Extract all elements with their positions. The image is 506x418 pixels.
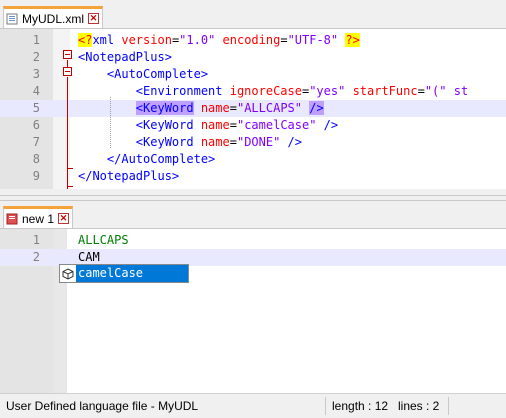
line-number: 1 <box>32 233 40 247</box>
code-line[interactable]: 8 </AutoComplete> <box>0 151 506 168</box>
code-token: version <box>121 33 172 47</box>
code-text: <KeyWord name="DONE" /> <box>78 134 302 151</box>
status-length: length : 12 <box>332 399 389 413</box>
code-line[interactable]: 2 <NotepadPlus> <box>0 49 506 66</box>
code-token: startFunc <box>352 84 418 98</box>
code-token: <? <box>78 33 93 47</box>
code-text: <Environment ignoreCase="yes" startFunc=… <box>78 83 468 100</box>
code-line[interactable]: 4 <Environment ignoreCase = "yes" startFun… <box>0 83 506 100</box>
code-text: </AutoComplete> <box>78 151 215 168</box>
line-number: 2 <box>32 250 40 264</box>
tab-label: new 1 <box>22 211 55 226</box>
code-token: name <box>200 101 230 115</box>
close-tab-icon[interactable]: ✕ <box>88 13 99 24</box>
tab-new-1[interactable]: new 1 ✕ <box>3 206 74 228</box>
autocomplete-popup: camelCase <box>59 264 189 283</box>
indent-guide <box>110 97 111 148</box>
code-token: "(" st <box>424 84 469 98</box>
code-token: = <box>229 118 237 132</box>
keyword-cube-icon <box>60 265 76 282</box>
editor-pane-top[interactable]: 1 <?xml version="1.0" encoding="UTF-8" ?>… <box>0 28 506 189</box>
code-token: = <box>229 135 237 149</box>
unsaved-file-icon <box>6 213 18 225</box>
line-number: 1 <box>32 33 40 47</box>
code-line[interactable]: 3 <AutoComplete> <box>0 66 506 83</box>
status-language: User Defined language file - MyUDL <box>6 399 199 413</box>
line-number: 5 <box>32 101 40 115</box>
fold-collapse-icon[interactable] <box>63 50 72 59</box>
code-token: </AutoComplete> <box>78 152 216 166</box>
code-token: = <box>280 33 288 47</box>
code-token: <Environment <box>78 84 230 98</box>
code-token: "UTF-8" <box>287 33 339 47</box>
code-token: name <box>200 135 230 149</box>
code-token: ?> <box>345 33 360 47</box>
code-token: /> <box>280 135 303 149</box>
line-number: 8 <box>32 152 40 166</box>
code-line[interactable]: 1 <?xml version="1.0" encoding="UTF-8" ?> <box>0 32 506 49</box>
code-token: = <box>229 101 237 115</box>
fold-line <box>67 77 68 189</box>
code-token: </NotepadPlus> <box>78 169 180 183</box>
autocomplete-item-label[interactable]: camelCase <box>76 265 188 282</box>
line-number: 9 <box>32 169 40 183</box>
view-splitter[interactable] <box>0 189 506 206</box>
code-text: <KeyWord name="camelCase" /> <box>78 117 338 134</box>
line-number: 2 <box>32 50 40 64</box>
code-token: <KeyWord <box>78 118 201 132</box>
code-token: ignoreCase <box>229 84 302 98</box>
tab-myudl-xml[interactable]: MyUDL.xml ✕ <box>3 6 103 28</box>
status-divider <box>325 397 326 415</box>
code-token: <NotepadPlus> <box>78 50 172 64</box>
code-token: /> <box>316 118 339 132</box>
code-text: ALLCAPS <box>78 232 129 249</box>
fold-end-mark <box>67 186 73 187</box>
line-number: 6 <box>32 118 40 132</box>
code-token: = <box>417 84 425 98</box>
code-text: </NotepadPlus> <box>78 168 179 185</box>
code-token: <KeyWord <box>78 135 201 149</box>
line-number: 7 <box>32 135 40 149</box>
tab-bar-bottom: new 1 ✕ <box>0 206 506 228</box>
code-text: <NotepadPlus> <box>78 49 172 66</box>
tab-label: MyUDL.xml <box>22 11 84 26</box>
line-number: 4 <box>32 84 40 98</box>
code-token: encoding <box>222 33 281 47</box>
code-token: name <box>200 118 230 132</box>
code-token: "1.0" <box>179 33 216 47</box>
status-divider <box>448 397 449 415</box>
close-tab-icon[interactable]: ✕ <box>58 213 70 224</box>
code-line[interactable]: 5 <KeyWord name="ALLCAPS" /> <box>0 100 506 117</box>
tab-bar-top: MyUDL.xml ✕ <box>0 6 506 28</box>
status-bar: User Defined language file - MyUDL lengt… <box>0 393 506 418</box>
code-line[interactable]: 1 ALLCAPS <box>0 232 506 249</box>
code-line[interactable]: 6 <KeyWord name="camelCase" /> <box>0 117 506 134</box>
code-token: <AutoComplete> <box>78 67 209 81</box>
code-token: "ALLCAPS" <box>236 101 302 115</box>
fold-end-mark <box>67 168 73 169</box>
line-number: 3 <box>32 67 40 81</box>
code-line[interactable]: 9 </NotepadPlus> <box>0 168 506 185</box>
editor-pane-bottom[interactable]: 1 ALLCAPS 2 CAM <box>0 228 506 393</box>
code-text: <?xml version="1.0" encoding="UTF-8" ?> <box>78 32 360 49</box>
code-token: xml <box>92 33 122 47</box>
code-token: ALLCAPS <box>78 233 129 247</box>
code-token: "yes" <box>309 84 346 98</box>
status-lines: lines : 2 <box>398 399 440 413</box>
code-token: CAM <box>78 250 100 264</box>
fold-collapse-icon[interactable] <box>63 67 72 76</box>
autocomplete-item[interactable]: camelCase <box>60 265 188 282</box>
code-token: <KeyWord <box>135 101 194 115</box>
code-text: <KeyWord name="ALLCAPS" /> <box>78 100 324 117</box>
xml-file-icon <box>6 13 18 25</box>
code-text: <AutoComplete> <box>78 66 208 83</box>
code-token: "DONE" <box>236 135 281 149</box>
code-line[interactable]: 7 <KeyWord name="DONE" /> <box>0 134 506 151</box>
code-token: /> <box>309 101 324 115</box>
code-token: "camelCase" <box>236 118 317 132</box>
